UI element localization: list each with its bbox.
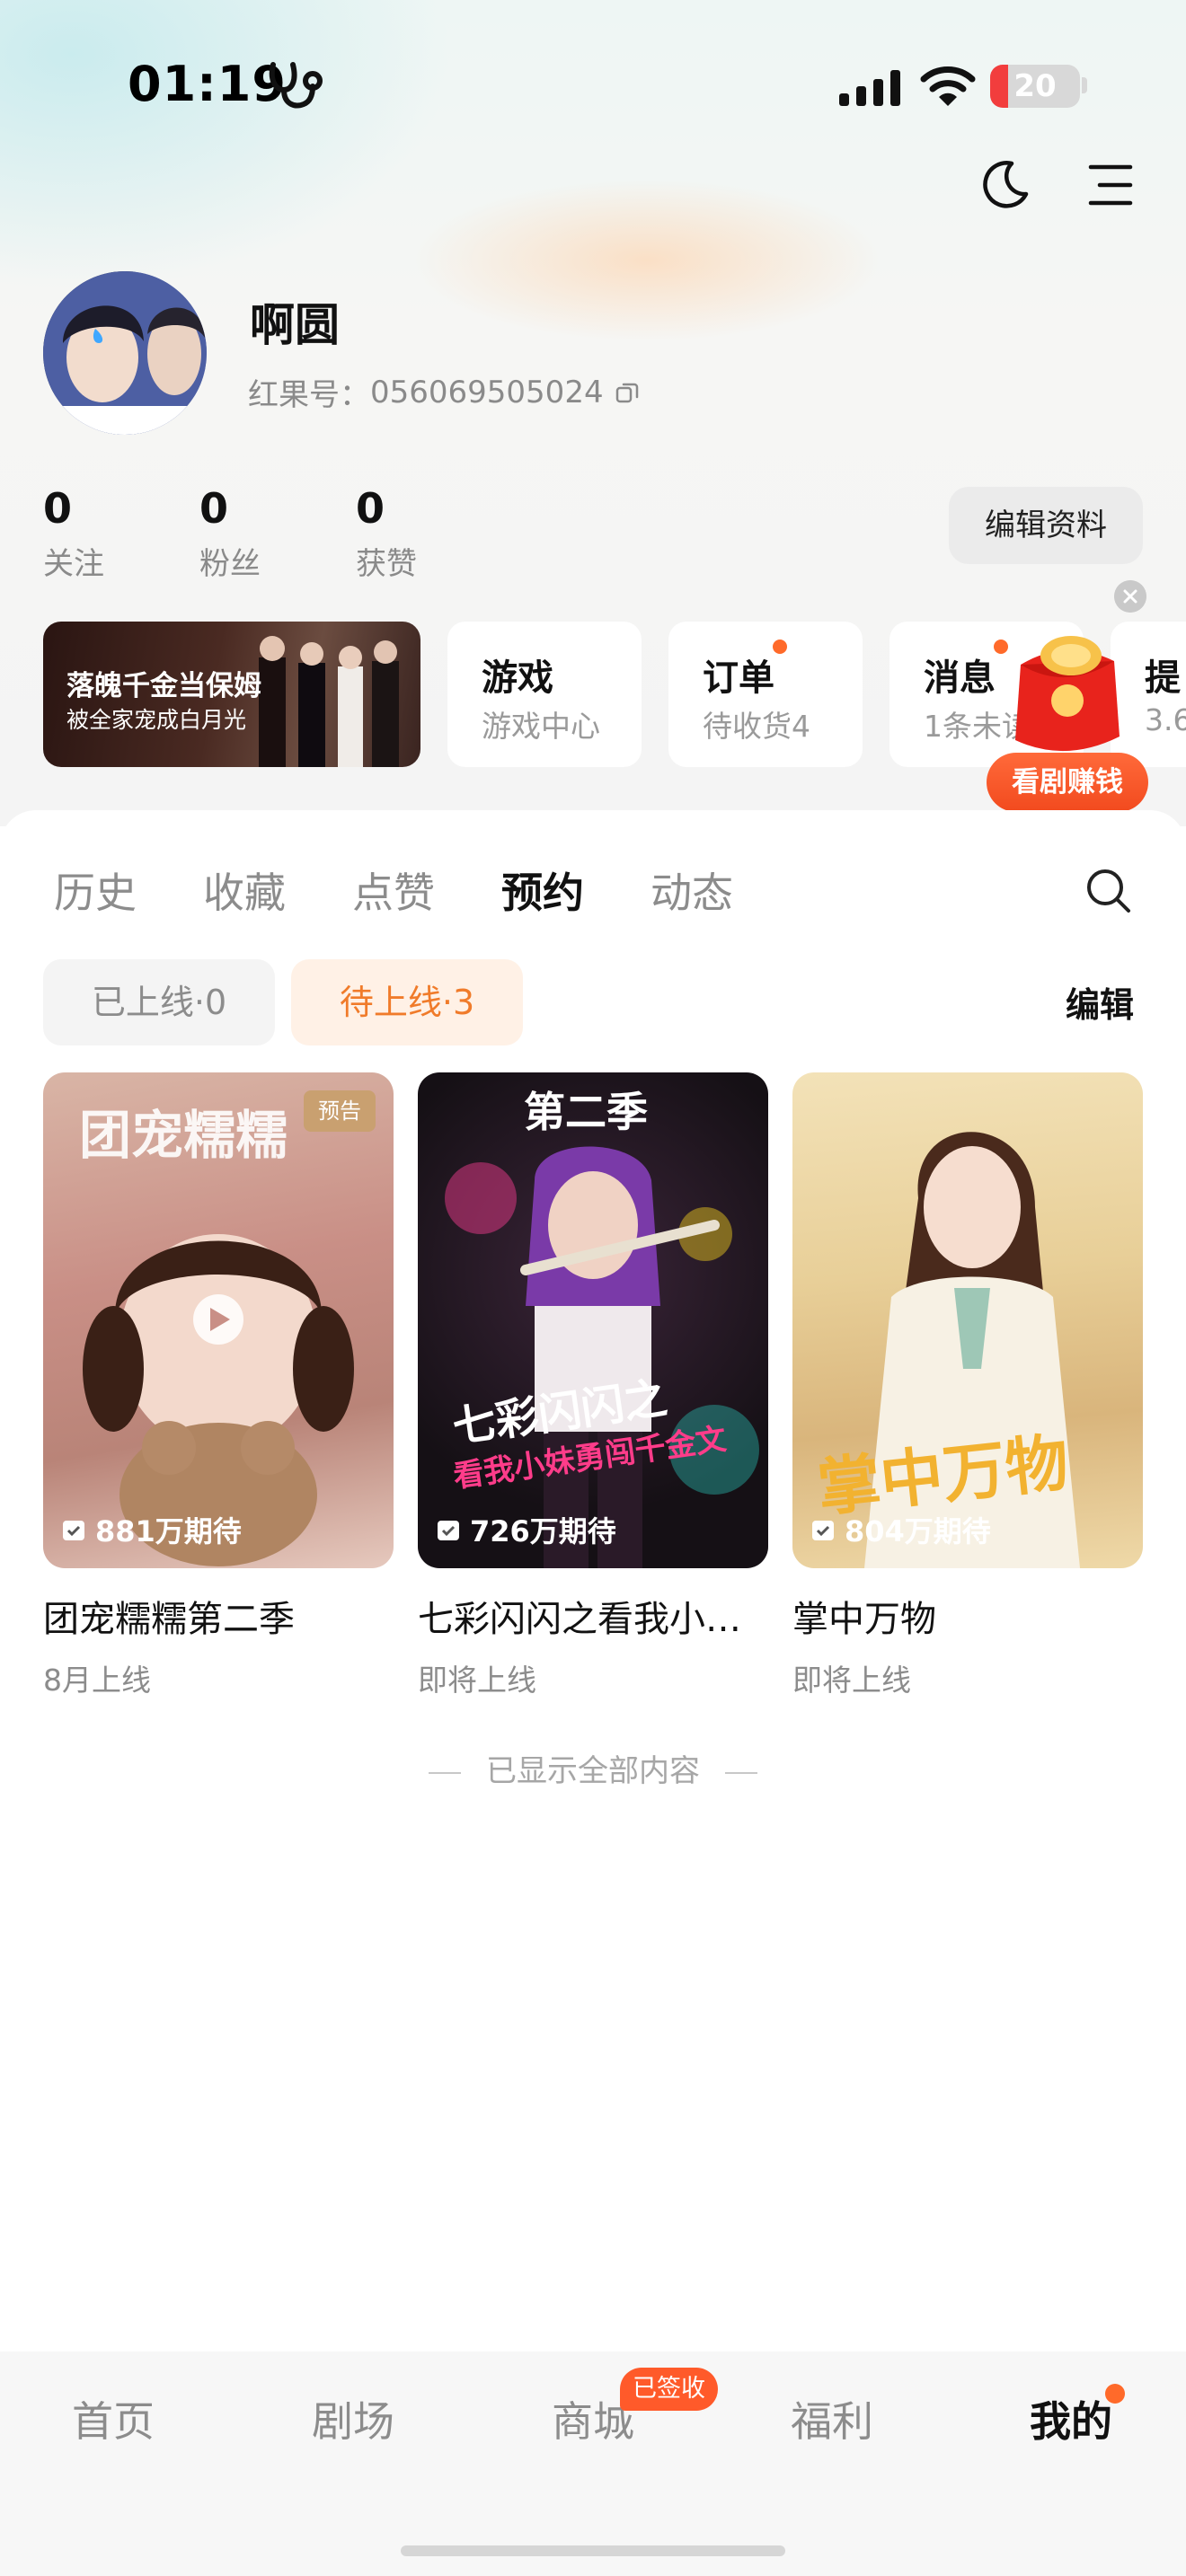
shortcut-orders[interactable]: 订单 待收货4: [668, 622, 863, 767]
expectation-text: 881万期待: [95, 1514, 242, 1548]
drama-release-date: 即将上线: [792, 1663, 911, 1698]
status-time: 01:19: [128, 56, 287, 112]
shortcut-subtitle: 待收货4: [703, 709, 810, 744]
stat-label: 粉丝: [199, 546, 261, 582]
shortcut-subtitle: 游戏中心: [482, 709, 600, 744]
drama-release-date: 8月上线: [43, 1663, 151, 1698]
drama-poster[interactable]: 掌中万物 804万期待: [792, 1072, 1143, 1568]
notification-dot: [1105, 2384, 1125, 2404]
shortcut-games[interactable]: 游戏 游戏中心: [447, 622, 642, 767]
stat-value: 0: [356, 484, 385, 533]
filter-online[interactable]: 已上线·0: [43, 959, 275, 1045]
avatar[interactable]: [43, 271, 207, 435]
drama-release-date: 即将上线: [418, 1663, 536, 1698]
stat-value: 0: [199, 484, 229, 533]
bottom-nav: [0, 2351, 1186, 2576]
signal-icon: [839, 70, 900, 106]
battery-tip: [1082, 77, 1087, 93]
avatar-image: [43, 271, 207, 435]
drama-title[interactable]: 团宠糯糯第二季: [43, 1590, 394, 1642]
expectation-count: 881万期待: [61, 1509, 242, 1550]
tab-history[interactable]: 历史: [54, 864, 137, 922]
stethoscope-icon: [269, 62, 323, 109]
drama-poster[interactable]: 团宠糯糯 预告 881万期待: [43, 1072, 394, 1568]
shortcut-title: 提: [1145, 657, 1181, 699]
nav-theater[interactable]: 剧场: [281, 2389, 425, 2448]
shortcut-title: 游戏: [482, 657, 553, 699]
trailer-badge: 预告: [304, 1090, 376, 1132]
expectation-text: 804万期待: [845, 1514, 991, 1548]
tab-likes[interactable]: 点赞: [352, 864, 435, 922]
watch-earn-button[interactable]: 看剧赚钱: [987, 753, 1148, 812]
end-note-text: 已显示全部内容: [486, 1753, 700, 1789]
poster-artwork: 第二季 七彩闪闪之 看我小妹勇闯千金文: [445, 1088, 759, 1568]
filter-upcoming[interactable]: 待上线·3: [291, 959, 523, 1045]
expectation-text: 726万期待: [470, 1514, 616, 1548]
poster-artwork: 掌中万物: [814, 1132, 1080, 1568]
moon-icon[interactable]: [978, 158, 1031, 212]
drama-poster[interactable]: 第二季 七彩闪闪之 看我小妹勇闯千金文 726万期待: [418, 1072, 768, 1568]
user-id[interactable]: 红果号： 056069505024: [248, 370, 640, 414]
reserve-check-icon: [438, 1521, 459, 1540]
edit-profile-button[interactable]: 编辑资料: [949, 487, 1143, 564]
stat-following[interactable]: 0 关注: [43, 483, 199, 583]
content-tabs: 历史 收藏 点赞 预约 动态: [54, 864, 800, 922]
tab-reservations[interactable]: 预约: [501, 864, 584, 922]
tab-favorites[interactable]: 收藏: [203, 864, 286, 922]
user-id-label: 红果号：: [248, 377, 370, 413]
stat-likes[interactable]: 0 获赞: [356, 483, 512, 583]
battery-indicator: 20: [990, 65, 1080, 108]
profile-stats: 0 关注 0 粉丝 0 获赞: [43, 483, 512, 583]
shortcut-title: 消息: [924, 657, 996, 699]
svg-text:团宠糯糯: 团宠糯糯: [79, 1105, 288, 1166]
status-bar: 01:19 20: [0, 0, 1186, 171]
drama-title[interactable]: 七彩闪闪之看我小妹勇闯千金文: [418, 1590, 768, 1642]
banner-title: 落魄千金当保姆: [66, 670, 261, 702]
drama-banner-card[interactable]: 落魄千金当保姆 被全家宠成白月光: [43, 622, 420, 767]
banner-figures: [259, 636, 399, 767]
drama-title[interactable]: 掌中万物: [792, 1590, 1143, 1642]
stat-label: 获赞: [356, 546, 417, 582]
nav-home[interactable]: 首页: [41, 2389, 185, 2448]
poster-artwork: 团宠糯糯: [79, 1105, 354, 1566]
expectation-count: 726万期待: [436, 1509, 616, 1550]
shortcut-title: 订单: [703, 657, 774, 699]
reserve-check-icon: [63, 1521, 84, 1540]
battery-level: 20: [1013, 68, 1057, 104]
reserve-check-icon: [812, 1521, 834, 1540]
stat-label: 关注: [43, 546, 104, 582]
edit-button[interactable]: 编辑: [1066, 977, 1134, 1027]
copy-icon[interactable]: [615, 380, 640, 405]
menu-icon[interactable]: [1085, 160, 1136, 210]
unread-dot: [773, 640, 787, 654]
svg-text:第二季: 第二季: [524, 1088, 648, 1136]
signed-badge: 已签收: [620, 2368, 718, 2411]
banner-subtitle: 被全家宠成白月光: [66, 707, 247, 733]
home-indicator[interactable]: [401, 2545, 785, 2556]
stat-followers[interactable]: 0 粉丝: [199, 483, 356, 583]
divider-line: [725, 1771, 757, 1774]
close-icon[interactable]: [1114, 580, 1146, 613]
username: 啊圆: [250, 299, 340, 351]
shortcut-subtitle: 3.6: [1145, 702, 1186, 737]
end-of-list-note: 已显示全部内容: [0, 1746, 1186, 1790]
expectation-count: 804万期待: [810, 1509, 991, 1550]
tab-activity[interactable]: 动态: [651, 864, 733, 922]
user-id-value: 056069505024: [370, 374, 604, 410]
wifi-icon: [920, 66, 976, 106]
red-envelope-icon[interactable]: [1003, 629, 1128, 763]
stat-value: 0: [43, 484, 73, 533]
search-icon[interactable]: [1084, 866, 1134, 916]
nav-welfare[interactable]: 福利: [760, 2389, 904, 2448]
divider-line: [429, 1771, 461, 1774]
